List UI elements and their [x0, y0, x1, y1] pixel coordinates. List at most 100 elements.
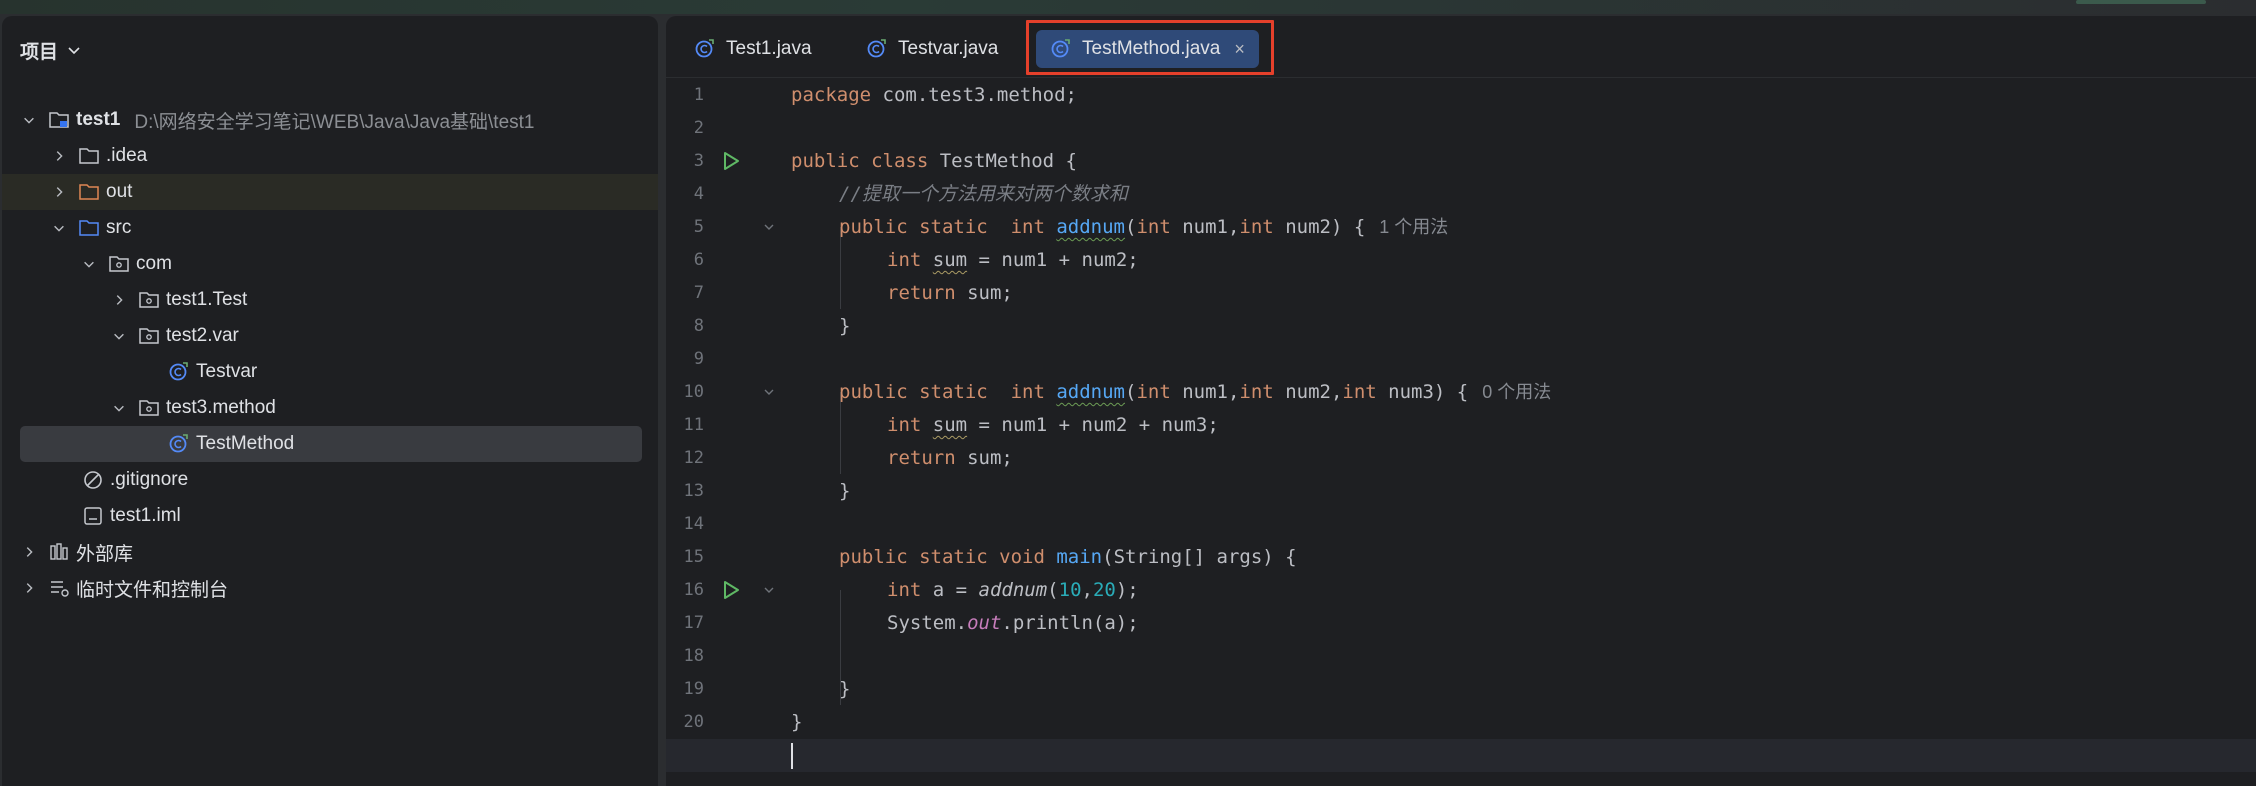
tab-testmethod-java[interactable]: TestMethod.java ×	[1036, 30, 1259, 68]
package-icon	[138, 398, 160, 418]
tree-item-label: test1.iml	[110, 505, 181, 526]
line-number: 8	[693, 316, 704, 336]
line-number: 16	[683, 580, 704, 600]
chevron-down-icon[interactable]	[110, 327, 128, 345]
code-line: public static int addnum(int num1,int nu…	[839, 381, 1552, 403]
line-number: 15	[683, 547, 704, 567]
close-icon[interactable]: ×	[1234, 39, 1245, 60]
fold-chevron-icon[interactable]	[762, 583, 776, 597]
tree-item-test1-test[interactable]: test1.Test	[2, 282, 658, 318]
code-line: public class TestMethod {	[791, 150, 1077, 172]
tree-item-label: test2.var	[166, 325, 239, 346]
line-number: 6	[693, 250, 704, 270]
line-number: 11	[683, 415, 704, 435]
code-line: int sum = num1 + num2;	[887, 249, 1139, 271]
source-folder-icon	[78, 218, 100, 238]
fold-chevron-icon[interactable]	[762, 385, 776, 399]
library-icon	[48, 542, 70, 562]
chevron-down-icon[interactable]	[50, 219, 68, 237]
tree-item-label: com	[136, 253, 172, 274]
tree-item-idea[interactable]: .idea	[2, 138, 658, 174]
tree-item-label: test1	[76, 109, 121, 130]
line-number: 14	[683, 514, 704, 534]
line-number: 13	[683, 481, 704, 501]
code-line: public static int addnum(int num1,int nu…	[839, 216, 1449, 238]
tree-item-label: TestMethod	[196, 433, 295, 454]
tree-item-test2-var[interactable]: test2.var	[2, 318, 658, 354]
text-caret	[791, 743, 793, 769]
code-line: //提取一个方法用来对两个数求和	[839, 183, 1128, 205]
module-folder-icon	[48, 110, 70, 130]
line-number: 12	[683, 448, 704, 468]
code-area[interactable]: package com.test3.method; public class T…	[666, 79, 2256, 786]
line-number: 18	[683, 646, 704, 666]
usage-hint: 0 个用法	[1482, 382, 1552, 402]
window-title-strip	[0, 0, 2256, 14]
java-class-icon	[168, 434, 190, 454]
code-line: return sum;	[887, 447, 1013, 469]
tree-item-gitignore[interactable]: .gitignore	[2, 462, 658, 498]
tab-testvar-java[interactable]: Testvar.java	[852, 30, 1012, 68]
top-accent	[2076, 0, 2206, 4]
code-line: }	[839, 480, 851, 502]
line-number: 3	[693, 151, 704, 171]
project-view-selector[interactable]: 项目	[20, 34, 82, 66]
tree-item-label: Testvar	[196, 361, 258, 382]
tab-test1-java[interactable]: Test1.java	[680, 30, 826, 68]
chevron-right-icon[interactable]	[20, 579, 38, 597]
current-line	[666, 739, 2256, 772]
tree-item-com[interactable]: com	[2, 246, 658, 282]
tree-item-test3-method[interactable]: test3.method	[2, 390, 658, 426]
tree-item-external-libraries[interactable]: 外部库	[2, 534, 658, 570]
java-class-icon	[695, 39, 714, 58]
line-number: 17	[683, 613, 704, 633]
line-number: 5	[693, 217, 704, 237]
package-icon	[108, 254, 130, 274]
editor-tab-bar: Test1.java Testvar.java TestMethod.java …	[666, 16, 2256, 78]
java-class-icon	[1051, 39, 1070, 58]
tree-item-out[interactable]: out	[2, 174, 658, 210]
tree-item-label: test3.method	[166, 397, 276, 418]
editor-gutter: 1 2 3 4 5 6 7 8 9 10 11 12 13 14 15 16 1…	[666, 79, 786, 786]
code-line: public static void main(String[] args) {	[839, 546, 1297, 568]
excluded-folder-icon	[78, 182, 100, 202]
chevron-right-icon[interactable]	[110, 291, 128, 309]
code-editor: Test1.java Testvar.java TestMethod.java …	[666, 16, 2256, 786]
chevron-down-icon[interactable]	[110, 399, 128, 417]
tree-item-scratches[interactable]: 临时文件和控制台	[2, 570, 658, 606]
package-icon	[138, 290, 160, 310]
tree-item-src[interactable]: src	[2, 210, 658, 246]
tree-item-test1[interactable]: test1 D:\网络安全学习笔记\WEB\Java\Java基础\test1	[2, 102, 658, 138]
tab-label: Test1.java	[726, 38, 812, 59]
line-number: 9	[693, 349, 704, 369]
chevron-right-icon[interactable]	[50, 183, 68, 201]
line-number: 20	[683, 712, 704, 732]
run-icon[interactable]	[720, 579, 742, 601]
run-icon[interactable]	[720, 150, 742, 172]
tab-label: TestMethod.java	[1082, 38, 1221, 59]
code-line: return sum;	[887, 282, 1013, 304]
tree-item-label: 外部库	[76, 543, 134, 565]
line-number: 10	[683, 382, 704, 402]
code-line: int sum = num1 + num2 + num3;	[887, 414, 1219, 436]
tree-item-test1-iml[interactable]: test1.iml	[2, 498, 658, 534]
chevron-right-icon[interactable]	[20, 543, 38, 561]
line-number: 2	[693, 118, 704, 138]
code-line: }	[839, 315, 851, 337]
tree-item-testmethod[interactable]: TestMethod	[20, 426, 642, 462]
tree-item-testvar[interactable]: Testvar	[2, 354, 658, 390]
code-line: System.out.println(a);	[887, 612, 1139, 634]
tree-item-label: src	[106, 217, 132, 238]
line-number: 7	[693, 283, 704, 303]
java-class-icon	[168, 362, 190, 382]
tree-item-label: test1.Test	[166, 289, 248, 310]
folder-icon	[78, 146, 100, 166]
fold-chevron-icon[interactable]	[762, 220, 776, 234]
package-icon	[138, 326, 160, 346]
tab-label: Testvar.java	[898, 38, 999, 59]
code-line: }	[791, 711, 803, 733]
chevron-down-icon[interactable]	[80, 255, 98, 273]
tree-item-label: 临时文件和控制台	[76, 579, 229, 601]
chevron-right-icon[interactable]	[50, 147, 68, 165]
chevron-down-icon[interactable]	[20, 111, 38, 129]
